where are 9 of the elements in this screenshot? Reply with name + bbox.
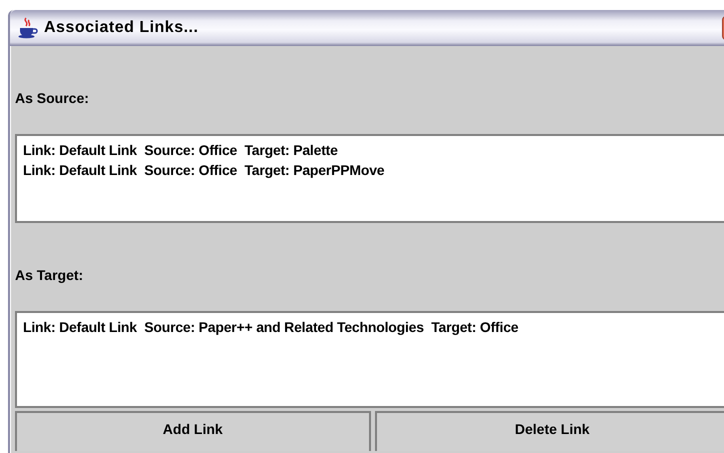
delete-link-button[interactable]: Delete Link (374, 411, 724, 451)
link-item[interactable]: Link: Default Link Source: Office Target: Palette (23, 140, 722, 160)
link-item[interactable]: Link: Default Link Source: Paper++ and Related Technologies Target: Office (23, 317, 722, 337)
coffee-cup-icon (16, 17, 38, 39)
section-label: As Source: (15, 89, 90, 108)
add-link-button[interactable]: Add Link (15, 411, 370, 451)
section-label: As Target: (15, 266, 84, 285)
link-item[interactable]: Link: Default Link Source: Office Target: PaperPPMove (23, 160, 722, 180)
window-title: Associated Links... (44, 19, 200, 37)
